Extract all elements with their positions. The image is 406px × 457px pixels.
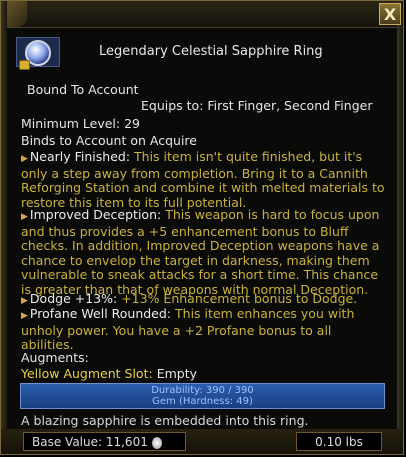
effect-desc-line: and thus provides a +5 enhancement bonus… [21, 223, 349, 239]
item-description: A blazing sapphire is embedded into this… [21, 413, 309, 428]
effect-desc-line: vulnerable to sneak attacks for a short … [21, 267, 379, 283]
gem-hardness-text: Gem (Hardness: 49) [152, 396, 253, 407]
frame-left [1, 1, 7, 454]
sapphire-ring-icon [16, 37, 60, 70]
base-value: Base Value: 11,601 [32, 435, 148, 449]
effect-desc-line: checks. In addition, Improved Deception … [21, 238, 380, 254]
effect-desc: This item enhances you with [175, 306, 355, 321]
effect-name: Improved Deception: [29, 207, 162, 222]
effect-desc-line: only a step away from completion. Bring … [21, 165, 368, 181]
close-button[interactable]: X [379, 3, 401, 25]
effect-desc-line: unholy power. You have a +2 Profane bonu… [21, 322, 332, 338]
effect-name: Dodge +13%: [29, 291, 118, 306]
durability-bar: Durability: 390 / 390 Gem (Hardness: 49) [20, 383, 385, 409]
tooltip-footer: Base Value: 11,601 0.10 lbs [1, 429, 403, 454]
effect-name: Nearly Finished: [29, 149, 131, 164]
lock-icon [19, 60, 30, 70]
augment-slot-value: Empty [156, 366, 197, 381]
bullet-icon: ▶ [21, 311, 28, 321]
effect-desc: This item isn't quite finished, but it's [134, 149, 363, 164]
frame-right [397, 1, 403, 454]
augment-slot-label: Yellow Augment Slot: [21, 366, 153, 381]
effect-improved-deception: ▶ Improved Deception: This weapon is hard… [21, 207, 393, 298]
effect-profane-well-rounded: ▶ Profane Well Rounded: This item enhance… [21, 306, 393, 353]
augments-label: Augments: [21, 350, 89, 365]
bullet-icon: ▶ [21, 154, 28, 164]
item-weight: 0.10 lbs [315, 435, 363, 449]
minimum-level: Minimum Level: 29 [21, 116, 140, 131]
equips-to: Equips to: First Finger, Second Finger [141, 98, 373, 113]
bound-to-account: Bound To Account [27, 82, 139, 97]
platinum-coin-icon [151, 436, 162, 449]
effect-desc: This weapon is hard to focus upon [165, 207, 380, 222]
bullet-icon: ▶ [21, 212, 28, 222]
effect-desc-line: chance to envelop the target in darkness… [21, 252, 370, 268]
bullet-icon: ▶ [21, 296, 28, 306]
effect-desc: +13% Enhancement bonus to Dodge. [121, 291, 358, 306]
effect-desc-line: Reforging Station and combine it with me… [21, 180, 385, 196]
weight-box: 0.10 lbs [296, 432, 382, 451]
base-value-box: Base Value: 11,601 [23, 432, 186, 451]
binds-on-acquire: Binds to Account on Acquire [21, 133, 197, 148]
tooltip-title-bar[interactable] [1, 1, 403, 28]
item-tooltip: X Legendary Celestial Sapphire Ring Boun… [0, 0, 404, 455]
effect-name: Profane Well Rounded: [29, 306, 172, 321]
item-name: Legendary Celestial Sapphire Ring [99, 44, 323, 59]
effect-nearly-finished: ▶ Nearly Finished: This item isn't quite … [21, 149, 393, 210]
durability-text: Durability: 390 / 390 [151, 385, 254, 396]
augment-slot[interactable]: Yellow Augment Slot: Empty [21, 366, 197, 381]
